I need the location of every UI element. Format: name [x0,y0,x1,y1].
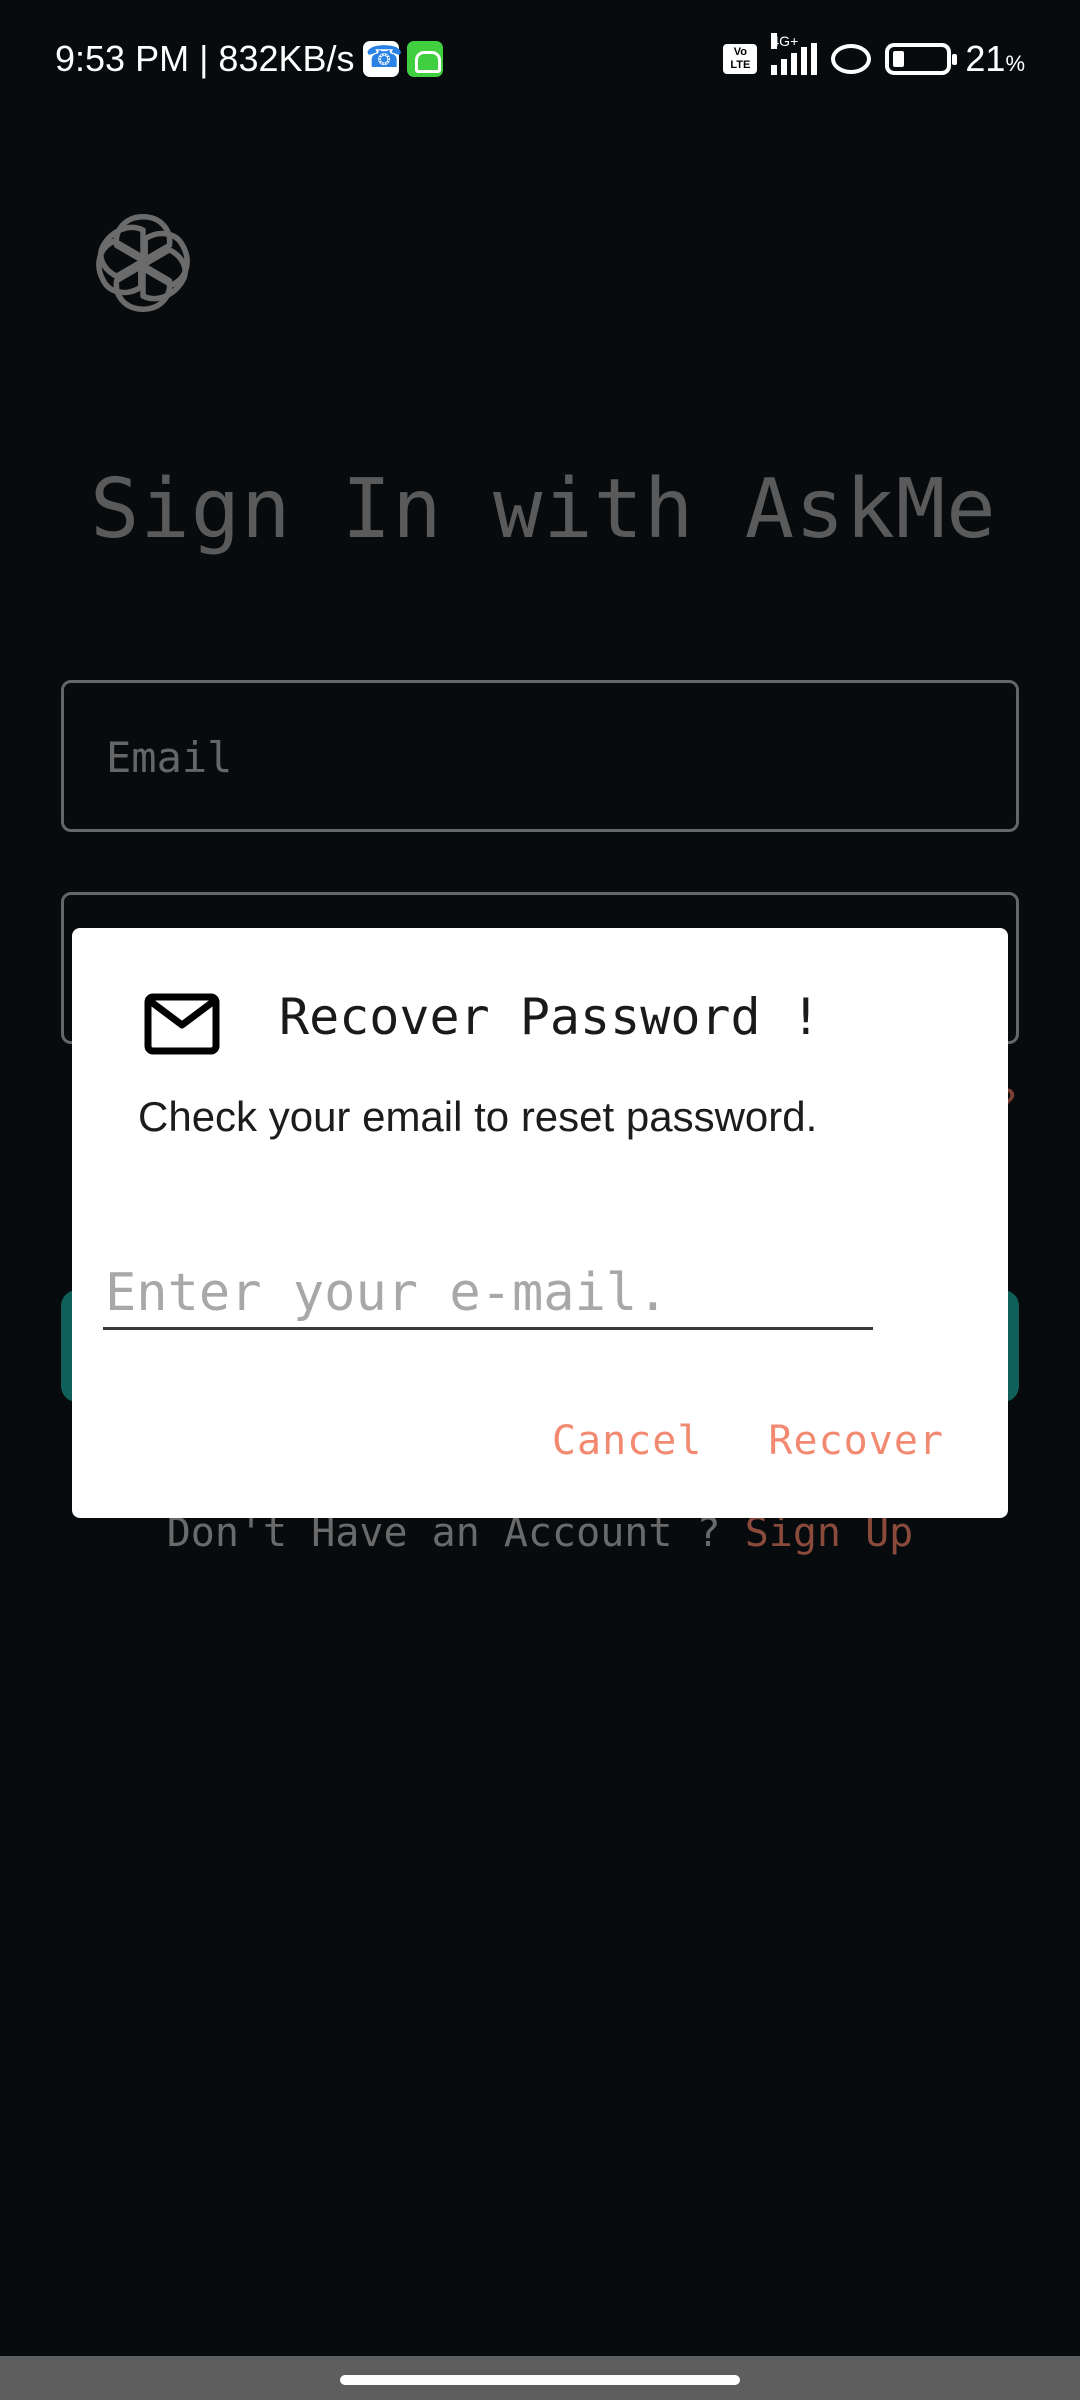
email-field-label: Email [106,733,233,782]
battery-icon [885,43,958,75]
hotspot-icon [831,44,872,74]
status-right: Vo LTE 4G+ 21% [723,33,1025,80]
android-icon [406,41,443,77]
battery-percent-value: 21 [965,38,1006,79]
signal-icon: 4G+ [771,33,818,75]
phone-icon [362,40,403,77]
volte-icon: Vo LTE [723,44,758,74]
home-indicator[interactable] [340,2375,740,2385]
page-title: Sign In with AskMe [90,462,997,557]
askme-logo-icon [96,214,190,312]
battery-percent-unit: % [1005,51,1025,76]
app-screen: 9:53 PM | 832KB/s Vo LTE 4G+ 21% [0,0,1080,2400]
battery-percent: 21% [965,38,1025,80]
status-time-speed: 9:53 PM | 832KB/s [55,38,355,79]
mail-icon [144,993,220,1055]
battery-fill [893,51,905,67]
recover-password-dialog: Recover Password ! Check your email to r… [72,928,1008,1518]
dialog-message: Check your email to reset password. [138,1093,818,1140]
cancel-button[interactable]: Cancel [552,1418,703,1464]
network-type: 4G+ [771,33,799,49]
recover-email-input[interactable] [103,1258,873,1330]
navigation-bar [0,2356,1080,2400]
status-left: 9:53 PM | 832KB/s [55,38,443,80]
recover-button[interactable]: Recover [768,1418,944,1464]
dialog-actions: Cancel Recover [552,1418,944,1464]
email-field[interactable]: Email [61,680,1019,832]
dialog-title: Recover Password ! [279,988,821,1046]
status-bar: 9:53 PM | 832KB/s Vo LTE 4G+ 21% [0,0,1080,122]
